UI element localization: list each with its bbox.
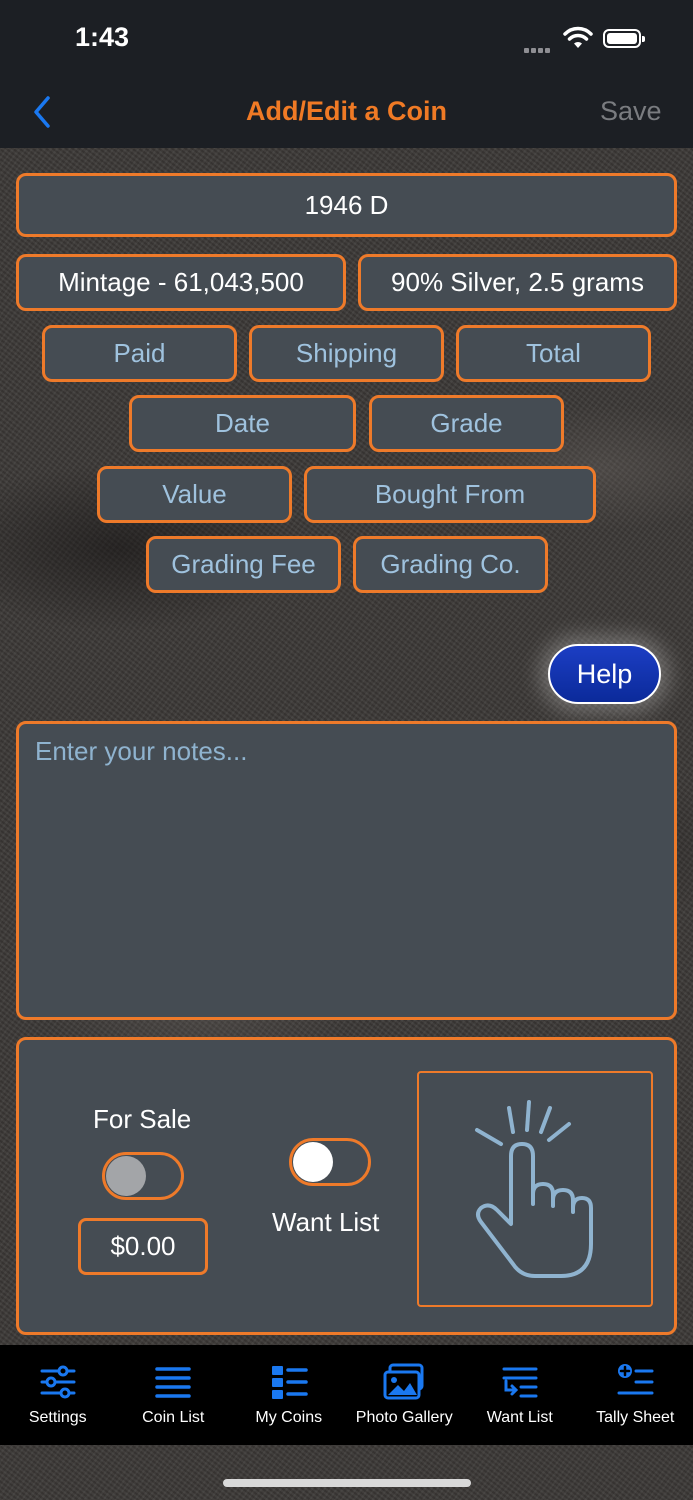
tab-tally-sheet[interactable]: Tally Sheet xyxy=(578,1345,693,1445)
want-list-label: Want List xyxy=(272,1207,380,1237)
value-button[interactable]: Value xyxy=(97,466,292,523)
tab-label: Coin List xyxy=(142,1409,205,1426)
shipping-button[interactable]: Shipping xyxy=(249,325,444,382)
photos-icon xyxy=(383,1363,424,1400)
grade-button[interactable]: Grade xyxy=(369,395,564,452)
page-title: Add/Edit a Coin xyxy=(246,96,447,126)
list-plus-icon xyxy=(617,1364,654,1395)
total-button[interactable]: Total xyxy=(456,325,651,382)
toggle-knob xyxy=(106,1156,146,1196)
grid-list-icon xyxy=(271,1366,308,1399)
wifi-icon xyxy=(563,26,593,48)
paid-button[interactable]: Paid xyxy=(42,325,237,382)
toggle-knob xyxy=(293,1142,333,1182)
battery-icon xyxy=(603,29,645,48)
tab-label: Photo Gallery xyxy=(355,1409,453,1426)
for-sale-label: For Sale xyxy=(93,1104,192,1134)
sale-options-panel: For Sale $0.00 Want List xyxy=(16,1037,677,1335)
bought-from-button[interactable]: Bought From xyxy=(304,466,596,523)
tab-label: My Coins xyxy=(255,1409,323,1426)
tap-hand-icon xyxy=(475,1100,593,1278)
navigation-bar: 1:43 Add/Edit a Coin Save xyxy=(0,0,693,148)
for-sale-toggle[interactable] xyxy=(102,1152,184,1200)
mintage-field: Mintage - 61,043,500 xyxy=(16,254,346,311)
grading-co-button[interactable]: Grading Co. xyxy=(353,536,548,593)
tab-bar: Settings Coin List My Coins Photo Galler… xyxy=(0,1345,693,1445)
tab-settings[interactable]: Settings xyxy=(0,1345,116,1445)
home-indicator[interactable] xyxy=(223,1479,471,1487)
list-icon xyxy=(155,1367,191,1398)
cellular-signal-icon xyxy=(524,40,552,58)
sale-price-field[interactable]: $0.00 xyxy=(78,1218,208,1275)
list-return-icon xyxy=(502,1367,538,1398)
composition-field: 90% Silver, 2.5 grams xyxy=(358,254,677,311)
save-button[interactable]: Save xyxy=(600,96,662,127)
date-button[interactable]: Date xyxy=(129,395,356,452)
tab-my-coins[interactable]: My Coins xyxy=(231,1345,347,1445)
tab-photo-gallery[interactable]: Photo Gallery xyxy=(347,1345,463,1445)
tab-label: Want List xyxy=(486,1409,553,1426)
notes-textarea[interactable]: Enter your notes... xyxy=(16,721,677,1020)
tab-label: Tally Sheet xyxy=(596,1409,675,1426)
tab-want-list[interactable]: Want List xyxy=(462,1345,578,1445)
tab-label: Settings xyxy=(28,1409,87,1426)
tab-coin-list[interactable]: Coin List xyxy=(116,1345,232,1445)
grading-fee-button[interactable]: Grading Fee xyxy=(146,536,341,593)
coin-photo-button[interactable] xyxy=(417,1071,653,1307)
want-list-toggle[interactable] xyxy=(289,1138,371,1186)
coin-name-field[interactable]: 1946 D xyxy=(16,173,677,237)
status-time: 1:43 xyxy=(75,22,130,52)
sliders-icon xyxy=(40,1365,76,1399)
help-button[interactable]: Help xyxy=(548,644,661,704)
